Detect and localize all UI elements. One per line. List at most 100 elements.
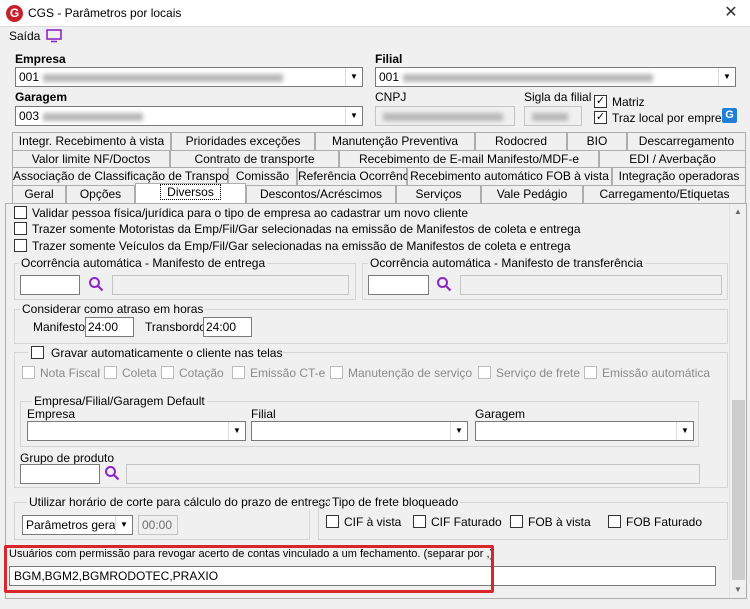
default-empresa-label: Empresa xyxy=(27,407,76,421)
gravar-item-label: Serviço de frete xyxy=(496,366,581,380)
tab-contrato-de-transporte[interactable]: Contrato de transporte xyxy=(170,150,339,168)
default-garagem-select[interactable]: ▼ xyxy=(475,421,694,441)
produto-label: Grupo de produto xyxy=(20,451,115,465)
window-title: CGS - Parâmetros por locais xyxy=(28,6,182,20)
corte-label: Utilizar horário de corte para cálculo d… xyxy=(27,495,334,509)
chevron-down-icon[interactable]: ▼ xyxy=(345,68,362,86)
frete-item-checkbox[interactable] xyxy=(608,515,621,528)
search-icon[interactable] xyxy=(104,465,120,481)
tab-descarregamento[interactable]: Descarregamento xyxy=(627,132,746,150)
filial-label: Filial xyxy=(375,52,403,66)
produto-desc xyxy=(126,464,700,484)
tab-edi-averbacao[interactable]: EDI / Averbação xyxy=(599,150,746,168)
chevron-down-icon[interactable]: ▼ xyxy=(228,422,245,440)
default-empresa-select[interactable]: ▼ xyxy=(27,421,246,441)
gravar-item-checkbox xyxy=(104,366,117,379)
highlight-box xyxy=(4,545,494,593)
gravar-checkbox[interactable] xyxy=(31,346,44,359)
gravar-item-checkbox xyxy=(478,366,491,379)
garagem-label: Garagem xyxy=(15,90,68,104)
traz-local-label: Traz local por empresa xyxy=(612,111,735,125)
veiculos-label: Trazer somente Veículos da Emp/Fil/Gar s… xyxy=(32,239,571,253)
gravar-label: Gravar automaticamente o cliente nas tel… xyxy=(51,346,283,360)
frete-item-checkbox[interactable] xyxy=(510,515,523,528)
sigla-redacted xyxy=(532,112,568,121)
chevron-down-icon[interactable]: ▼ xyxy=(676,422,693,440)
garagem-select[interactable]: 003 ▼ xyxy=(15,106,363,126)
chevron-down-icon[interactable]: ▼ xyxy=(718,68,735,86)
tab-integr-recebimento-a-vista[interactable]: Integr. Recebimento à vista xyxy=(12,132,171,150)
tab-valor-limite-nf-doctos[interactable]: Valor limite NF/Doctos xyxy=(12,150,170,168)
traz-local-checkbox[interactable]: ✓ xyxy=(594,111,607,124)
sigla-field[interactable] xyxy=(524,106,582,126)
monitor-icon[interactable] xyxy=(46,29,62,43)
tab-bio[interactable]: BIO xyxy=(567,132,627,150)
validar-checkbox[interactable] xyxy=(14,206,27,219)
transbordo-label: Transbordo xyxy=(145,320,206,334)
gravar-item-label: Coleta xyxy=(122,366,157,380)
tab-prioridades-excecoes[interactable]: Prioridades exceções xyxy=(171,132,315,150)
sigla-label: Sigla da filial xyxy=(524,90,592,104)
app-window: G CGS - Parâmetros por locais ✕ Saída Em… xyxy=(0,0,750,609)
chevron-down-icon[interactable]: ▼ xyxy=(115,516,132,534)
motoristas-checkbox[interactable] xyxy=(14,222,27,235)
vertical-scrollbar[interactable]: ▲ ▼ xyxy=(729,204,746,598)
tab-diversos[interactable]: Diversos xyxy=(135,183,246,203)
scroll-thumb[interactable] xyxy=(732,400,745,580)
garagem-code: 003 xyxy=(19,109,40,123)
frete-label: Tipo de frete bloqueado xyxy=(330,495,461,509)
corte-select[interactable]: Parâmetros gerais ▼ xyxy=(22,515,133,535)
gravar-item-label: Manutenção de serviço xyxy=(348,366,473,380)
exit-menu[interactable]: Saída xyxy=(9,29,40,43)
default-label: Empresa/Filial/Garagem Default xyxy=(32,394,207,408)
ocorrencia-entrega-code[interactable] xyxy=(20,275,80,295)
produto-code[interactable] xyxy=(20,464,100,484)
default-filial-select[interactable]: ▼ xyxy=(251,421,468,441)
scroll-up-icon[interactable]: ▲ xyxy=(734,207,742,216)
frete-item-label: CIF Faturado xyxy=(431,515,502,529)
tab-referencia-ocorrencia[interactable]: Referência Ocorrência xyxy=(297,167,418,185)
transbordo-input[interactable]: 24:00 xyxy=(203,317,252,337)
search-icon[interactable] xyxy=(88,276,104,292)
tab-geral[interactable]: Geral xyxy=(12,185,66,203)
matriz-checkbox[interactable]: ✓ xyxy=(594,95,607,108)
chevron-down-icon[interactable]: ▼ xyxy=(450,422,467,440)
ocorrencia-transf-code[interactable] xyxy=(368,275,429,295)
frete-item-checkbox[interactable] xyxy=(413,515,426,528)
empresa-select[interactable]: 001 ▼ xyxy=(15,67,363,87)
filial-select[interactable]: 001 ▼ xyxy=(375,67,736,87)
chevron-down-icon[interactable]: ▼ xyxy=(345,107,362,125)
gravar-item-label: Emissão CT-e xyxy=(250,366,326,380)
tab-integracao-operadoras[interactable]: Integração operadoras xyxy=(612,167,746,185)
gravar-item-checkbox xyxy=(22,366,35,379)
ocorrencia-transf-label: Ocorrência automática - Manifesto de tra… xyxy=(368,256,645,270)
validar-label: Validar pessoa física/jurídica para o ti… xyxy=(32,206,469,220)
tab-recebimento-automatico-fob-a-vista[interactable]: Recebimento automático FOB à vista xyxy=(407,167,612,185)
title-bar: G CGS - Parâmetros por locais ✕ xyxy=(0,0,750,27)
scroll-down-icon[interactable]: ▼ xyxy=(734,585,742,594)
gravar-item-label: Cotação xyxy=(179,366,224,380)
manifesto-input[interactable]: 24:00 xyxy=(85,317,134,337)
cnpj-label: CNPJ xyxy=(375,90,407,104)
tab-rodocred[interactable]: Rodocred xyxy=(475,132,567,150)
atraso-label: Considerar como atraso em horas xyxy=(20,302,206,316)
tab-opcoes[interactable]: Opções xyxy=(66,185,135,203)
veiculos-checkbox[interactable] xyxy=(14,239,27,252)
gravar-item-label: Nota Fiscal xyxy=(40,366,101,380)
tab-servicos[interactable]: Serviços xyxy=(396,185,481,203)
tab-vale-pedagio[interactable]: Vale Pedágio xyxy=(481,185,583,203)
gravar-item-checkbox xyxy=(232,366,245,379)
tab-descontos-acrescimos[interactable]: Descontos/Acréscimos xyxy=(246,185,396,203)
frete-item-checkbox[interactable] xyxy=(326,515,339,528)
ocorrencia-entrega-label: Ocorrência automática - Manifesto de ent… xyxy=(19,256,268,270)
refresh-icon[interactable]: G xyxy=(722,108,737,123)
ocorrencia-entrega-desc xyxy=(112,275,349,295)
close-button[interactable]: ✕ xyxy=(716,2,746,24)
cnpj-field[interactable] xyxy=(375,106,515,126)
filial-code: 001 xyxy=(379,70,400,84)
default-filial-label: Filial xyxy=(251,407,276,421)
search-icon[interactable] xyxy=(436,276,452,292)
tab-manutencao-preventiva[interactable]: Manutenção Preventiva xyxy=(315,132,475,150)
tab-recebimento-de-e-mail-manifesto-mdf-e[interactable]: Recebimento de E-mail Manifesto/MDF-e xyxy=(339,150,599,168)
tab-carregamento-etiquetas[interactable]: Carregamento/Etiquetas xyxy=(583,185,746,203)
